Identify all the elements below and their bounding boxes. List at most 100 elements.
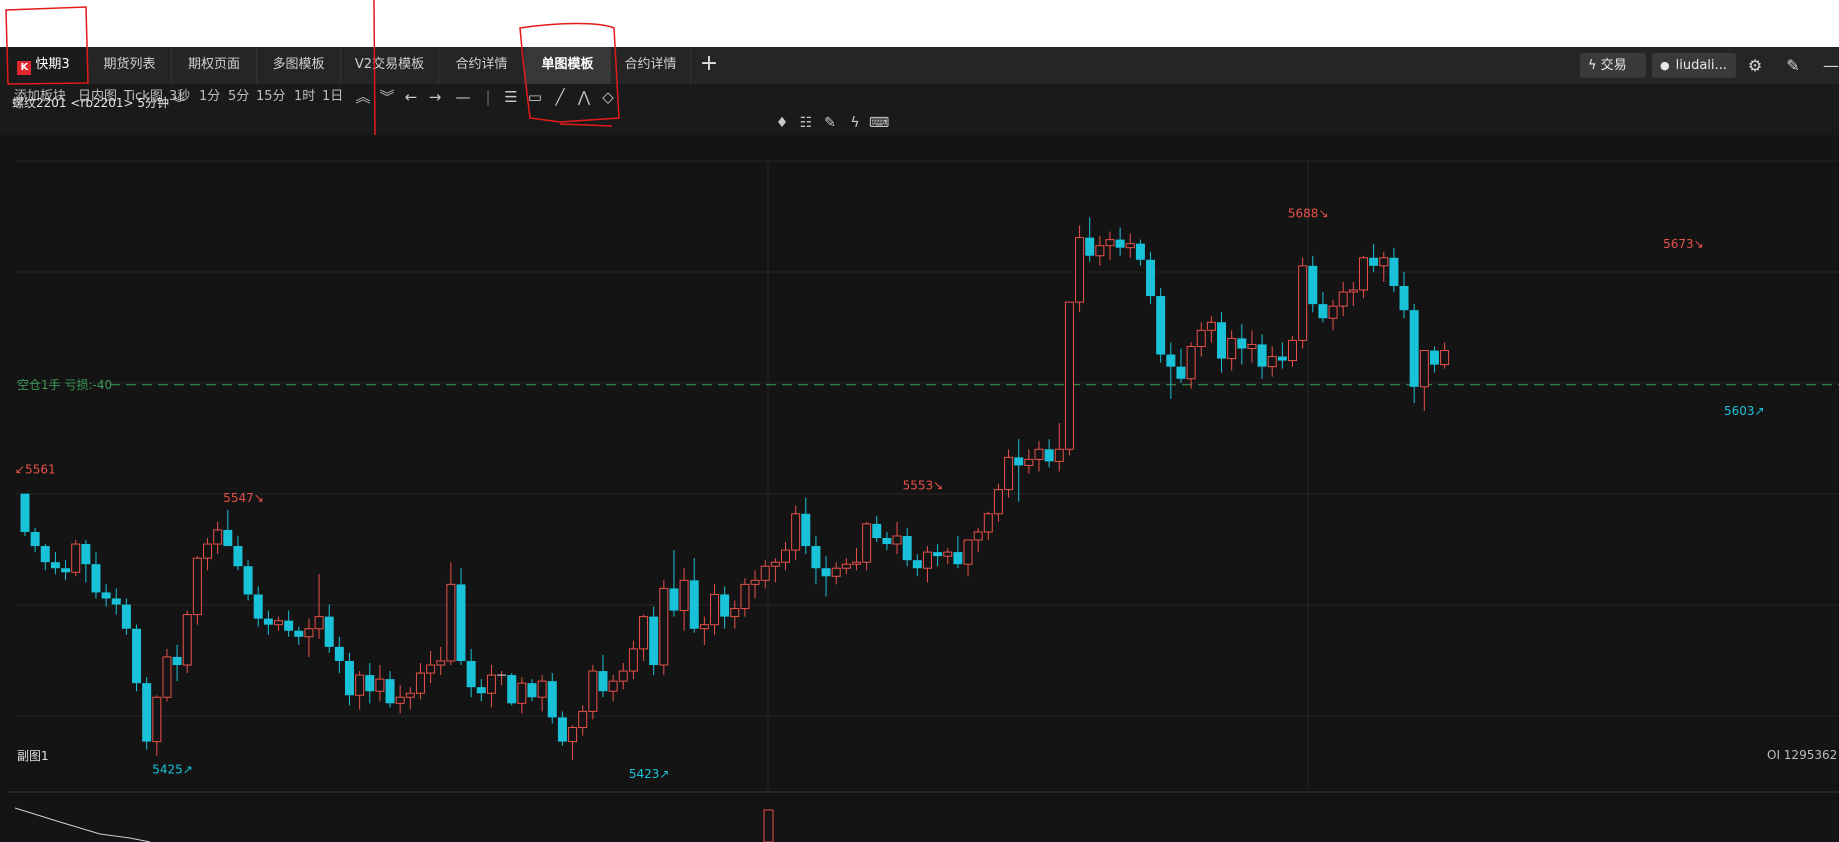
candle-body [1389,257,1399,286]
position-label: 空仓1手 亏损:-40 [17,378,112,392]
candle-body [547,681,557,718]
candle-body [355,674,365,696]
oi-text: OI 1295362 -900 [1767,748,1839,762]
candle [182,610,192,674]
candle-body [882,537,892,545]
candle-body [588,670,598,712]
candle-body [263,618,273,625]
candle-body [1399,285,1409,311]
candlestick-chart[interactable]: 空仓1手 亏损:-40 ↙5561 5547↘ 5425↗ 5423↗ 5553↘ 5688… [0,0,1839,842]
candle-body [415,672,425,694]
candle-body [1267,356,1277,368]
candle-body [436,660,446,666]
candle-body [912,560,922,569]
candle-body [101,592,111,599]
candle-body [710,593,720,626]
chart-background [8,138,1839,793]
candle-body [486,674,496,694]
chevron-down-icon[interactable]: ︾ [173,96,185,110]
candle-body [1440,350,1450,366]
candle [162,648,172,702]
candle-body [1348,289,1358,293]
candle-body [740,583,750,610]
candle-body [61,568,71,573]
candle-body [1125,243,1135,249]
candle-body [304,628,314,638]
candle-body [405,692,415,698]
candle-body [811,546,821,569]
candle-body [1358,257,1368,291]
candle-body [385,679,395,704]
candle-body [284,620,294,631]
symbol-name: 螺纹2201 [12,96,67,110]
candle-body [649,616,659,666]
candle-body [568,727,578,743]
candle-body [344,660,354,696]
candle-body [1115,239,1125,248]
candle-body [983,513,993,533]
candle [243,560,253,601]
candle-body [1338,291,1348,307]
candle-body [20,493,30,532]
candle-body [172,656,182,666]
candle-body [81,544,91,565]
candle-body [507,675,517,704]
candle-body [1429,350,1439,365]
candle-body [628,648,638,672]
candle-body [841,563,851,569]
candle-body [892,535,902,545]
candle-body [922,551,932,569]
chart-header[interactable]: 螺纹2201 <rb2201> 5分钟 ︾ [12,94,185,112]
candle-body [851,561,861,565]
symbol-code: <rb2201> [70,96,134,110]
candle-body [1156,296,1166,355]
candle-body [1186,345,1196,380]
high-label: 5688↘ [1288,207,1329,221]
candle-body [456,584,466,661]
candle-body [91,564,101,593]
candle [1156,288,1166,363]
candle-body [446,583,456,662]
candle-body [659,587,669,666]
candle-body [476,687,486,694]
candle-body [537,680,547,698]
candle-body [466,660,476,688]
candle-body [1085,237,1095,256]
candle-body [781,549,790,563]
candle-body [872,523,882,538]
candle-body [760,565,770,581]
candle-body [365,675,375,692]
low-label: 5603↗ [1724,404,1765,418]
candle-body [294,630,304,637]
candle-body [669,588,679,611]
candle-body [1146,259,1156,297]
candle-body [182,614,192,666]
candle-body [699,624,709,630]
candle-body [953,552,963,565]
candle-body [243,566,253,595]
candle-body [395,696,405,704]
candle-body [1277,356,1287,361]
candle-body [121,604,131,629]
candle-body [791,513,801,551]
sub-chart-label: 副图1 [17,749,49,763]
candle-body [527,683,537,698]
candle-body [40,546,50,563]
candle-body [314,616,324,630]
high-label: 5547↘ [223,491,264,505]
period-label[interactable]: 5分钟 [137,96,169,110]
candle-body [517,682,527,704]
candle-body [557,717,567,742]
candle-body [1328,305,1338,319]
candle-body [943,551,953,557]
candle [659,580,669,676]
high-label: 5553↘ [903,479,944,493]
candle [507,673,517,706]
candle-body [1419,350,1429,388]
candle-body [679,579,689,612]
candle-body [933,552,943,557]
candle-body [253,594,263,619]
candle-body [1206,321,1216,331]
candle-body [750,579,760,585]
candle-body [608,680,618,692]
